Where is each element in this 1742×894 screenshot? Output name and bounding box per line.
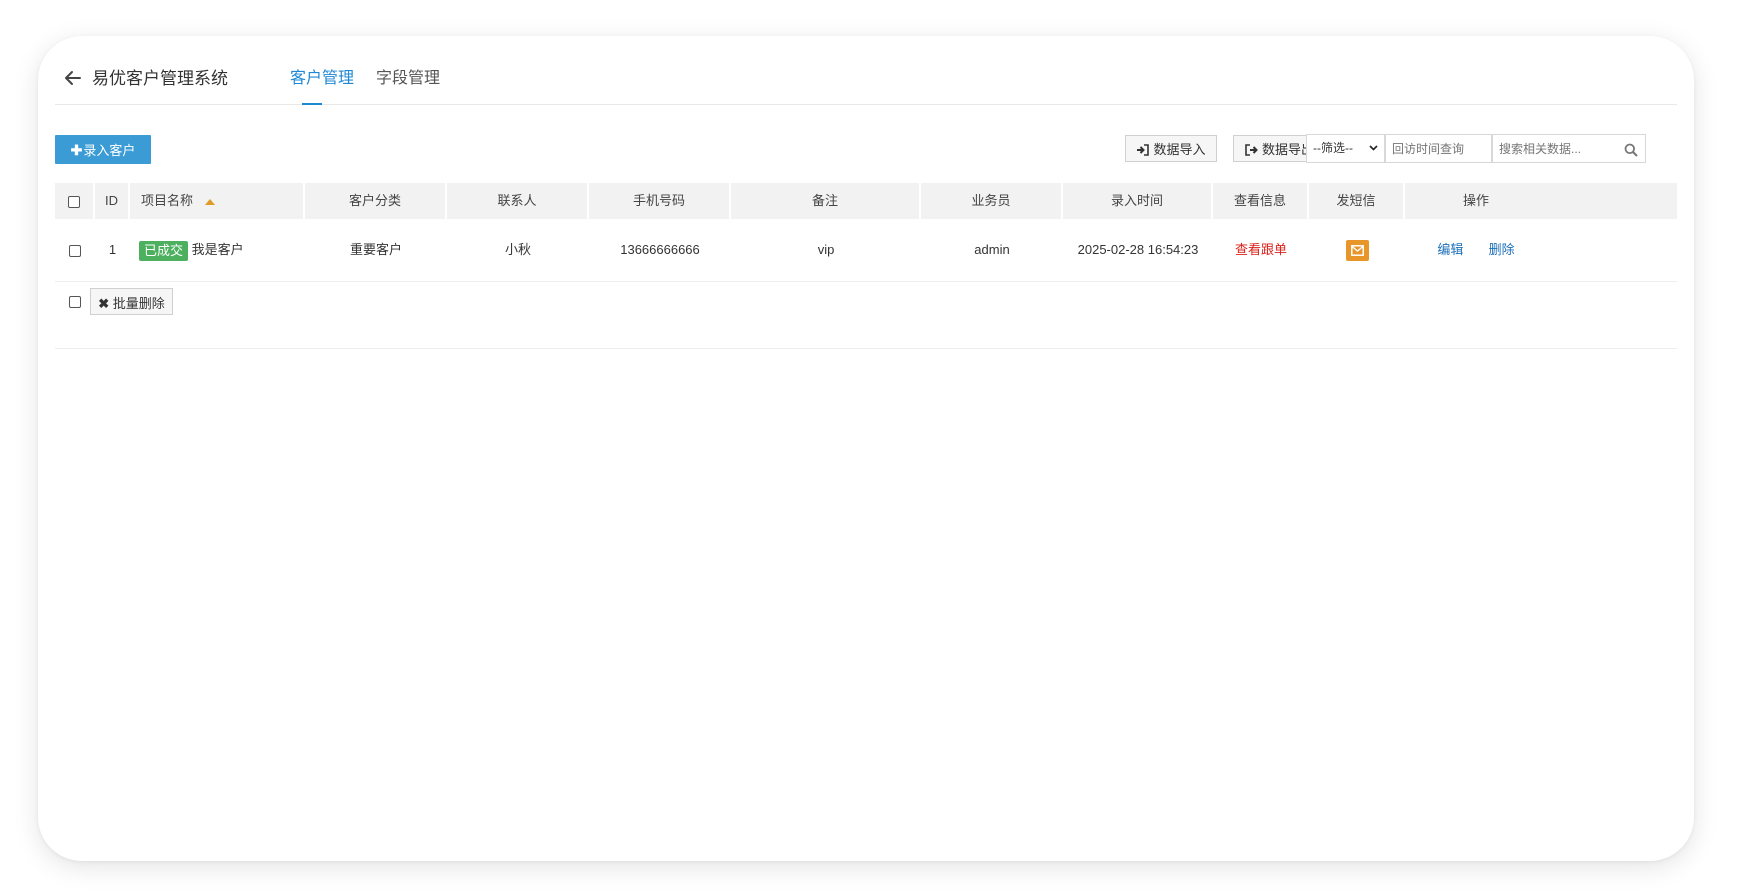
row-actions-cell: 编辑 删除	[1405, 219, 1547, 281]
row-phone: 13666666666	[620, 242, 700, 257]
plus-icon: ✚	[70, 142, 83, 158]
table-row: 1 已成交 我是客户 重要客户 小秋 13666666666 vip admin…	[55, 219, 1677, 282]
view-followup-link[interactable]: 查看跟单	[1235, 242, 1287, 257]
close-icon: ✖	[98, 296, 110, 311]
col-actions: 操作	[1462, 193, 1489, 208]
back-arrow-icon[interactable]	[63, 68, 83, 88]
table-header: ID 项目名称 客户分类 联系人 手机号码 备注 业务员 录入时间 查看信息 发…	[55, 183, 1677, 219]
col-project-name[interactable]: 项目名称	[130, 183, 305, 219]
send-sms-button[interactable]	[1345, 240, 1369, 262]
col-category: 客户分类	[305, 183, 447, 219]
row-category: 重要客户	[349, 242, 402, 257]
row-select-cell	[55, 219, 95, 281]
col-salesman: 业务员	[921, 183, 1063, 219]
filter-select[interactable]: --筛选--	[1306, 134, 1385, 163]
search-button[interactable]	[1614, 134, 1646, 163]
tab-customer-management[interactable]: 客户管理	[290, 68, 354, 90]
add-customer-label: 录入客户	[83, 143, 136, 158]
row-id: 1	[108, 242, 117, 257]
select-all-cell	[55, 183, 95, 219]
search-icon	[1624, 143, 1638, 157]
table-footer: ✖ 批量删除	[55, 282, 1677, 349]
app-title: 易优客户管理系统	[92, 69, 228, 88]
edit-link[interactable]: 编辑	[1437, 242, 1463, 257]
row-view-info-cell: 查看跟单	[1213, 219, 1309, 281]
col-phone: 手机号码	[589, 183, 731, 219]
footer-select-all-checkbox[interactable]	[69, 296, 81, 308]
visit-time-input[interactable]	[1385, 134, 1492, 163]
envelope-icon	[1350, 245, 1364, 257]
col-created-time: 录入时间	[1063, 183, 1213, 219]
row-created-time: 2025-02-28 16:54:23	[1077, 242, 1199, 257]
row-customer-name: 我是客户	[191, 242, 244, 257]
row-remark: vip	[817, 242, 835, 257]
col-project-name-label: 项目名称	[141, 193, 194, 208]
chevron-down-icon	[1369, 145, 1378, 151]
col-remark: 备注	[731, 183, 921, 219]
row-contact: 小秋	[504, 242, 531, 257]
row-project-name: 已成交 我是客户	[130, 219, 305, 281]
active-tab-indicator	[302, 103, 322, 105]
import-data-label: 数据导入	[1153, 142, 1206, 157]
filter-selected-value: --筛选--	[1313, 141, 1353, 155]
col-contact: 联系人	[447, 183, 589, 219]
batch-delete-button[interactable]: ✖ 批量删除	[90, 288, 173, 315]
delete-link[interactable]: 删除	[1489, 242, 1515, 257]
batch-delete-label: 批量删除	[112, 296, 165, 311]
col-id: ID	[95, 183, 130, 219]
main-card: 易优客户管理系统 客户管理 字段管理 ✚录入客户 数据导入 数据导出 --筛选-…	[38, 36, 1694, 861]
row-sms-cell	[1309, 219, 1405, 281]
select-all-checkbox[interactable]	[68, 195, 80, 208]
row-checkbox[interactable]	[69, 244, 81, 257]
content-area: 易优客户管理系统 客户管理 字段管理 ✚录入客户 数据导入 数据导出 --筛选-…	[55, 36, 1677, 861]
customer-table: ID 项目名称 客户分类 联系人 手机号码 备注 业务员 录入时间 查看信息 发…	[55, 183, 1677, 349]
row-salesman: admin	[974, 242, 1010, 257]
search-input[interactable]	[1492, 134, 1614, 163]
col-view-info: 查看信息	[1213, 183, 1309, 219]
sign-in-icon	[1137, 144, 1150, 156]
sign-out-icon	[1245, 144, 1258, 156]
sort-asc-icon[interactable]	[205, 198, 216, 205]
import-data-button[interactable]: 数据导入	[1125, 135, 1217, 162]
tab-field-management[interactable]: 字段管理	[376, 68, 440, 90]
col-send-sms: 发短信	[1309, 183, 1405, 219]
add-customer-button[interactable]: ✚录入客户	[55, 135, 151, 164]
status-badge: 已成交	[139, 240, 189, 261]
page-header: 易优客户管理系统 客户管理 字段管理	[55, 62, 1677, 105]
